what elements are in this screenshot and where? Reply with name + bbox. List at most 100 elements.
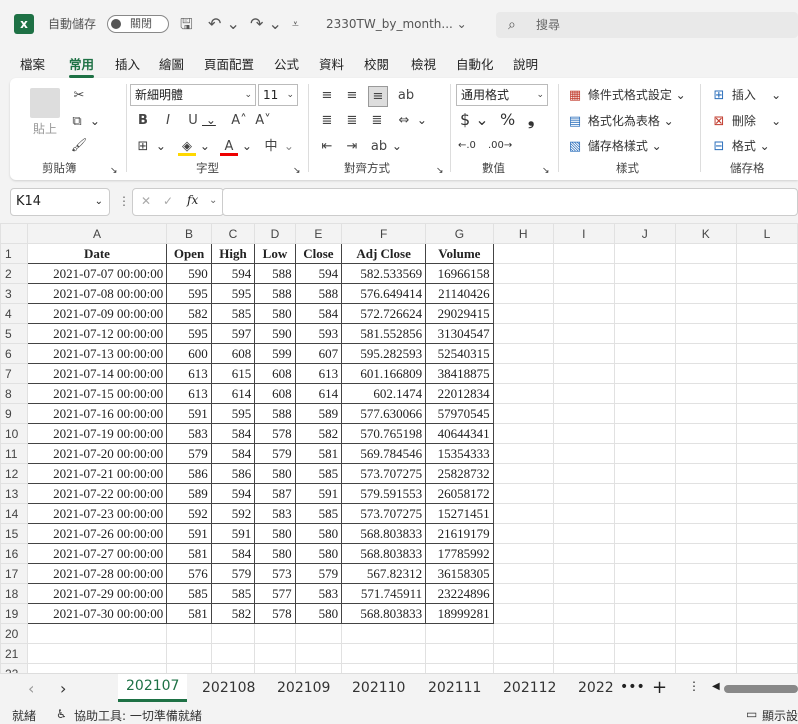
data-cell[interactable]: 581.552856 (341, 323, 427, 344)
data-cell[interactable]: 2021-07-20 00:00:00 (26, 443, 168, 464)
tab-home[interactable]: 常用 (69, 54, 95, 78)
data-cell[interactable]: 26058172 (425, 483, 494, 504)
empty-cell[interactable] (613, 423, 676, 444)
data-cell[interactable]: 587 (254, 483, 296, 504)
empty-cell[interactable] (674, 583, 737, 604)
empty-cell[interactable] (674, 423, 737, 444)
tab-review[interactable]: 校閱 (364, 54, 389, 73)
data-cell[interactable]: 594 (210, 483, 256, 504)
align-left-icon[interactable]: ≣ (318, 111, 336, 130)
add-sheet-icon[interactable]: + (652, 677, 667, 698)
data-cell[interactable]: 573.707275 (341, 463, 427, 484)
decrease-font-button[interactable]: A˅ (254, 111, 272, 130)
empty-cell[interactable] (735, 483, 798, 504)
data-cell[interactable]: 22012834 (425, 383, 494, 404)
row-header[interactable]: 14 (0, 503, 28, 524)
empty-cell[interactable] (552, 243, 615, 264)
data-cell[interactable]: 585 (210, 583, 256, 604)
data-cell[interactable]: 588 (254, 403, 296, 424)
more-options-icon[interactable]: ⋮ (118, 194, 130, 208)
data-cell[interactable]: 584 (210, 423, 256, 444)
column-header[interactable]: J (613, 223, 676, 244)
data-cell[interactable]: 582 (210, 603, 256, 624)
data-cell[interactable]: 579 (210, 563, 256, 584)
empty-cell[interactable] (26, 663, 168, 673)
cell-styles-button[interactable]: ▧ 儲存格樣式 ⌄ (566, 137, 662, 156)
empty-cell[interactable] (492, 323, 554, 344)
data-cell[interactable]: 582.533569 (341, 263, 427, 284)
data-cell[interactable]: 607 (294, 343, 343, 364)
empty-cell[interactable] (552, 403, 615, 424)
data-cell[interactable]: 595 (166, 283, 212, 304)
empty-cell[interactable] (552, 643, 615, 664)
empty-cell[interactable] (552, 263, 615, 284)
empty-cell[interactable] (674, 503, 737, 524)
column-header[interactable]: D (254, 223, 296, 244)
horizontal-scrollbar[interactable] (724, 685, 798, 693)
empty-cell[interactable] (735, 263, 798, 284)
data-cell[interactable]: 579 (254, 443, 296, 464)
data-cell[interactable]: 578 (254, 423, 296, 444)
row-header[interactable]: 20 (0, 623, 28, 644)
data-cell[interactable]: 586 (210, 463, 256, 484)
data-cell[interactable]: 584 (294, 303, 343, 324)
empty-cell[interactable] (492, 623, 554, 644)
fill-color-icon[interactable]: ◈ ⌄ (178, 137, 210, 156)
data-cell[interactable]: 581 (166, 543, 212, 564)
tab-automate[interactable]: 自動化 (456, 54, 494, 73)
empty-cell[interactable] (613, 243, 676, 264)
empty-cell[interactable] (735, 503, 798, 524)
data-cell[interactable]: 2021-07-14 00:00:00 (26, 363, 168, 384)
data-cell[interactable]: 21140426 (425, 283, 494, 304)
data-cell[interactable]: 573.707275 (341, 503, 427, 524)
empty-cell[interactable] (735, 643, 798, 664)
sheet-tab-202110[interactable]: 202110 (352, 680, 405, 696)
increase-font-button[interactable]: A˄ (230, 111, 248, 130)
cut-icon[interactable]: ✂ (70, 86, 88, 105)
row-header[interactable]: 11 (0, 443, 28, 464)
empty-cell[interactable] (674, 263, 737, 284)
empty-cell[interactable] (492, 603, 554, 624)
tab-draw[interactable]: 繪圖 (159, 54, 184, 73)
empty-cell[interactable] (492, 643, 554, 664)
increase-indent-icon[interactable]: ⇥ (343, 137, 361, 156)
data-cell[interactable]: 581 (294, 443, 343, 464)
empty-cell[interactable] (341, 623, 427, 644)
bold-button[interactable]: B (134, 111, 152, 130)
data-cell[interactable]: 572.726624 (341, 303, 427, 324)
formula-input[interactable] (222, 188, 798, 216)
empty-cell[interactable] (492, 283, 554, 304)
empty-cell[interactable] (674, 643, 737, 664)
paste-icon[interactable] (30, 88, 60, 118)
row-header[interactable]: 2 (0, 263, 28, 284)
borders-icon[interactable]: ⊞ ⌄ (134, 137, 166, 156)
italic-button[interactable]: I (159, 111, 177, 130)
empty-cell[interactable] (552, 543, 615, 564)
empty-cell[interactable] (735, 283, 798, 304)
font-color-icon[interactable]: A ⌄ (220, 137, 252, 156)
data-cell[interactable]: 36158305 (425, 563, 494, 584)
empty-cell[interactable] (425, 623, 494, 644)
sheet-tab-2022[interactable]: 2022( (578, 680, 614, 696)
data-cell[interactable]: 2021-07-22 00:00:00 (26, 483, 168, 504)
sheet-tab-202107[interactable]: 202107 (118, 674, 188, 702)
empty-cell[interactable] (674, 483, 737, 504)
empty-cell[interactable] (735, 543, 798, 564)
sheet-tab-202108[interactable]: 202108 (202, 680, 255, 696)
empty-cell[interactable] (735, 323, 798, 344)
data-cell[interactable]: 614 (210, 383, 256, 404)
data-cell[interactable]: 585 (210, 303, 256, 324)
empty-cell[interactable] (613, 343, 676, 364)
data-cell[interactable]: 2021-07-28 00:00:00 (26, 563, 168, 584)
font-launcher-icon[interactable]: ↘ (293, 162, 301, 180)
row-header[interactable]: 17 (0, 563, 28, 584)
empty-cell[interactable] (613, 583, 676, 604)
tab-file[interactable]: 檔案 (20, 54, 45, 73)
empty-cell[interactable] (735, 343, 798, 364)
empty-cell[interactable] (492, 463, 554, 484)
empty-cell[interactable] (166, 623, 212, 644)
empty-cell[interactable] (552, 623, 615, 644)
empty-cell[interactable] (613, 503, 676, 524)
data-cell[interactable]: 570.765198 (341, 423, 427, 444)
empty-cell[interactable] (492, 303, 554, 324)
